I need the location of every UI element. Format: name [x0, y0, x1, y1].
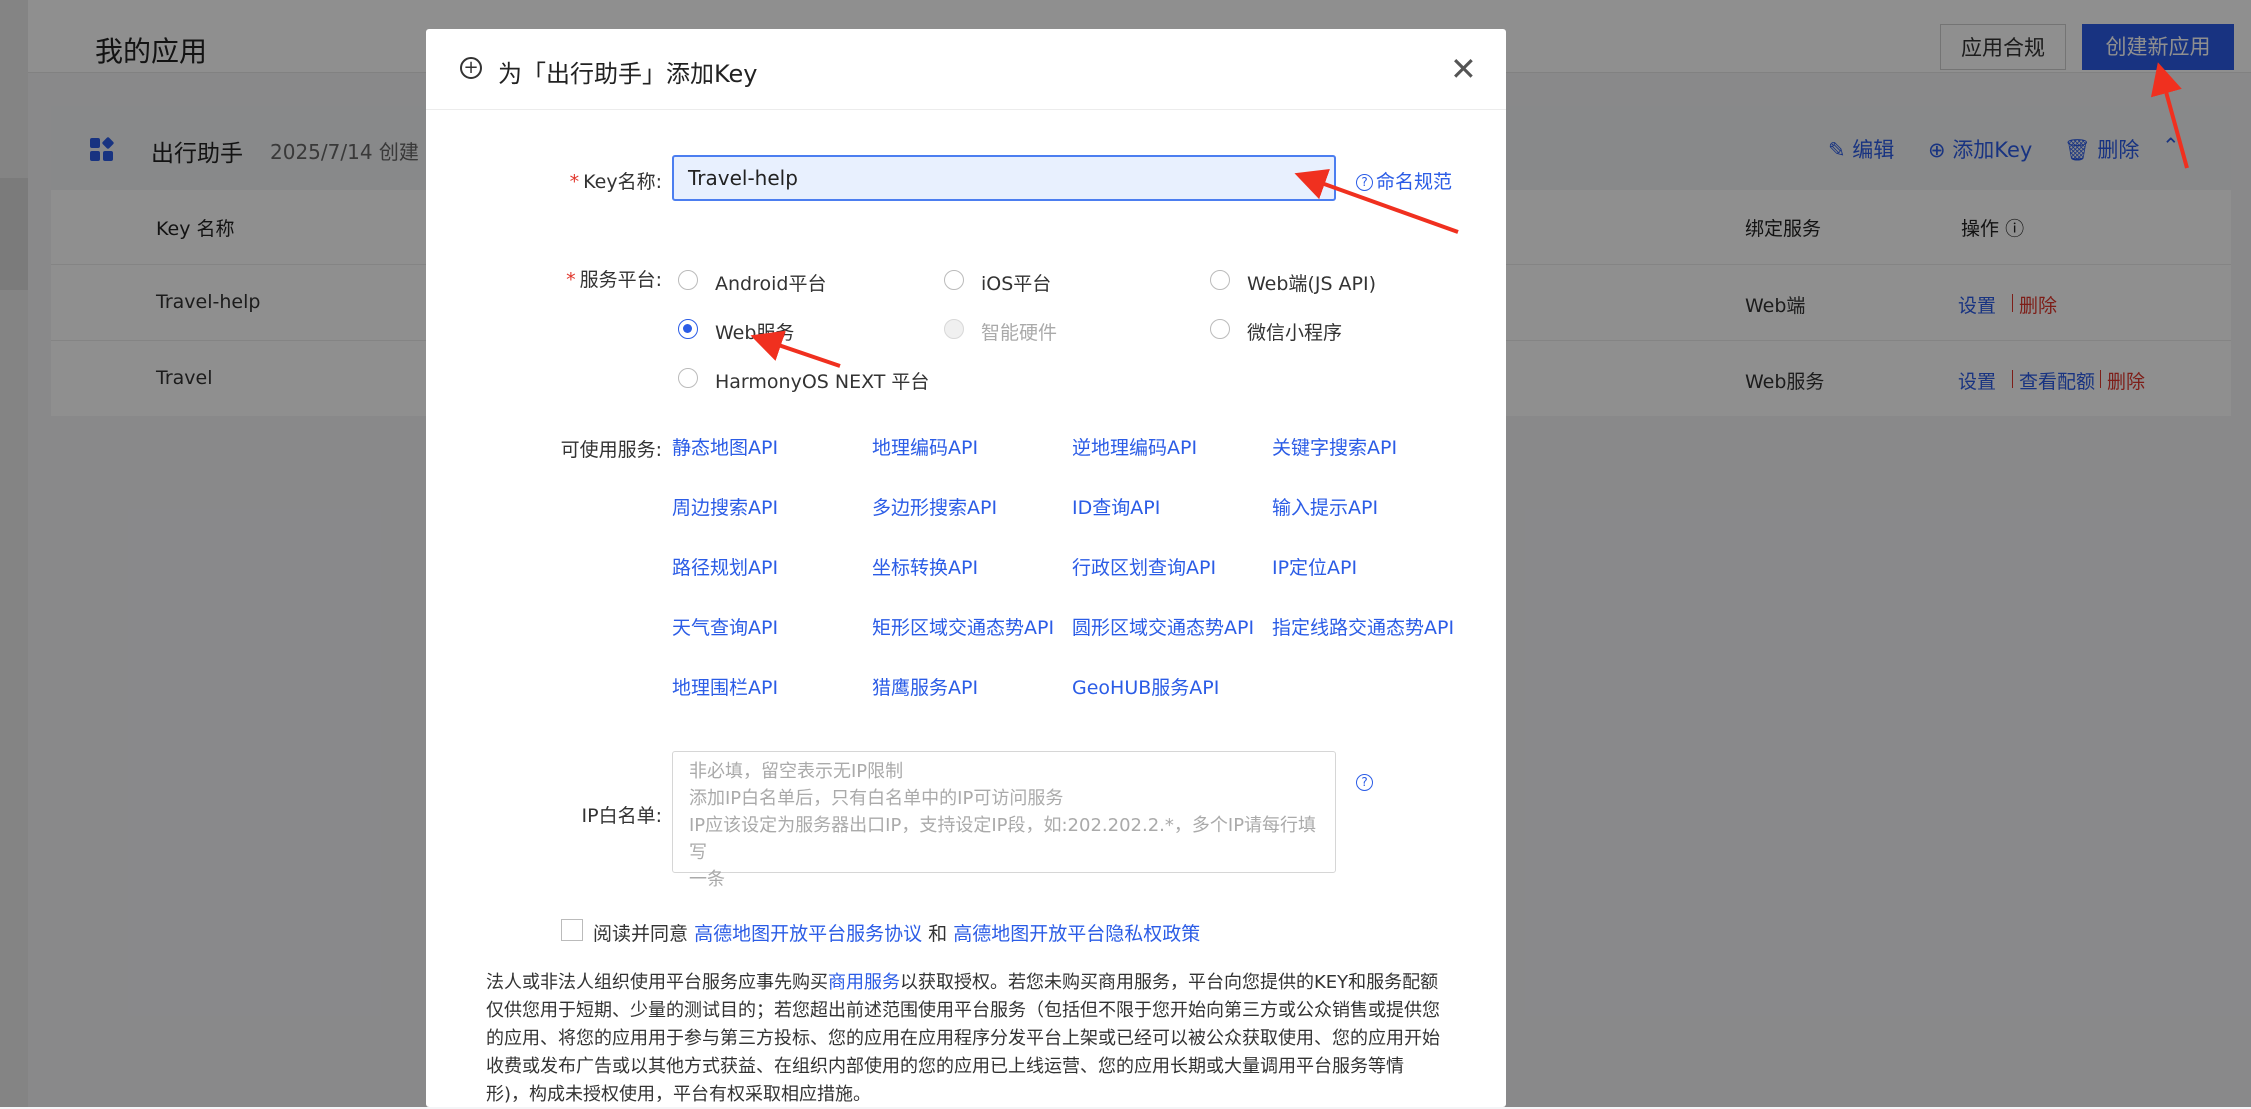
- annotation-arrow: [1294, 169, 1459, 234]
- annotation-arrow: [2150, 62, 2189, 169]
- annotation-arrows: [750, 62, 2189, 368]
- annotation-arrow: [750, 330, 841, 368]
